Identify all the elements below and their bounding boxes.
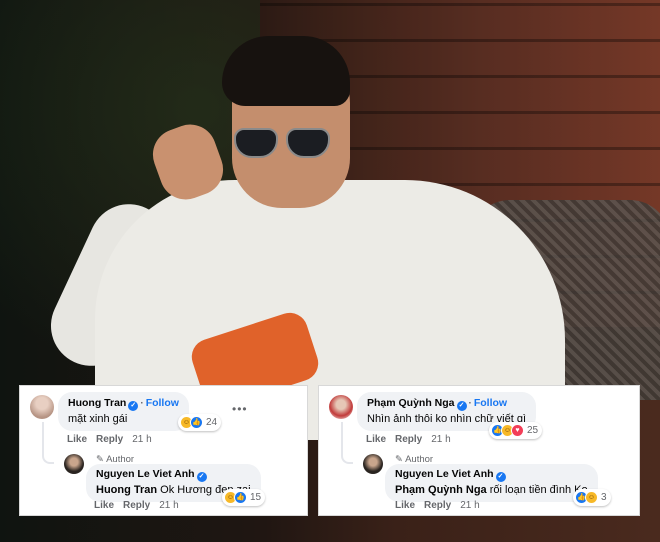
reply-actions: Like Reply 21 h	[94, 500, 188, 511]
comment-author-row: Phạm Quỳnh Nga ✓ · Follow	[367, 397, 508, 411]
reaction-summary[interactable]: ☺ 👍 24	[178, 414, 222, 431]
comment-time[interactable]: 21 h	[132, 434, 151, 445]
reaction-count: 25	[527, 425, 539, 436]
avatar-pham-quynh-nga[interactable]	[329, 395, 353, 419]
like-button[interactable]: Like	[67, 434, 87, 445]
reaction-summary[interactable]: 👍 ☺ 3	[573, 489, 611, 506]
more-options-icon[interactable]: •••	[232, 402, 248, 416]
comment-time[interactable]: 21 h	[431, 434, 450, 445]
like-button[interactable]: Like	[395, 500, 415, 511]
like-icon: 👍	[190, 416, 203, 429]
comment-actions: Like Reply 21 h	[366, 434, 460, 445]
like-button[interactable]: Like	[366, 434, 386, 445]
follow-button[interactable]: Follow	[146, 397, 179, 409]
reply-button[interactable]: Reply	[424, 500, 451, 511]
reply-button[interactable]: Reply	[395, 434, 422, 445]
reaction-count: 3	[601, 492, 607, 503]
reaction-summary[interactable]: ☺ 👍 15	[222, 489, 266, 506]
comment-text: mặt xinh gái	[68, 413, 128, 425]
comment-author-row: Huong Tran ✓ · Follow	[68, 397, 179, 411]
verified-badge-icon: ✓	[196, 472, 207, 482]
avatar-nguyen-le-viet-anh[interactable]	[64, 454, 84, 474]
haha-icon: ☺	[585, 491, 598, 504]
comment-card-right: Phạm Quỳnh Nga ✓ · Follow Nhìn ảnh thôi ko …	[318, 385, 640, 516]
reply-author-name[interactable]: Nguyen Le Viet Anh	[96, 468, 195, 480]
follow-button[interactable]: Follow	[474, 397, 507, 409]
verified-badge-icon: ✓	[495, 472, 506, 482]
comment-author-name[interactable]: Phạm Quỳnh Nga	[367, 397, 455, 409]
reply-button[interactable]: Reply	[123, 500, 150, 511]
like-icon: 👍	[234, 491, 247, 504]
reply-button[interactable]: Reply	[96, 434, 123, 445]
verified-badge-icon: ✓	[128, 401, 139, 411]
photo-hair	[222, 36, 350, 106]
comment-bubble: Huong Tran ✓ · Follow mặt xinh gái	[58, 392, 189, 431]
reply-author-row: Nguyen Le Viet Anh ✓	[395, 468, 588, 482]
comment-actions: Like Reply 21 h	[67, 434, 161, 445]
thread-line	[341, 422, 353, 464]
verified-badge-icon: ✓	[456, 401, 467, 411]
avatar-nguyen-le-viet-anh[interactable]	[363, 454, 383, 474]
thread-line	[42, 422, 54, 464]
reply-bubble: Nguyen Le Viet Anh ✓ Phạm Quỳnh Nga rối l…	[385, 464, 598, 502]
tagged-user[interactable]: Huong Tran	[96, 484, 157, 496]
reaction-count: 24	[206, 417, 218, 428]
reply-text-row: Phạm Quỳnh Nga rối loạn tiền đình Ko	[395, 484, 588, 496]
reaction-summary[interactable]: 👍 ☺ ♥ 25	[489, 422, 543, 439]
reply-time[interactable]: 21 h	[159, 500, 178, 511]
reaction-count: 15	[250, 492, 262, 503]
like-button[interactable]: Like	[94, 500, 114, 511]
reply-time[interactable]: 21 h	[460, 500, 479, 511]
avatar-huong-tran[interactable]	[30, 395, 54, 419]
love-icon: ♥	[511, 424, 524, 437]
tagged-user[interactable]: Phạm Quỳnh Nga	[395, 484, 487, 496]
reply-author-row: Nguyen Le Viet Anh ✓	[96, 468, 251, 482]
comment-card-left: Huong Tran ✓ · Follow mặt xinh gái ••• ☺ 👍 24…	[19, 385, 308, 516]
sunglasses	[234, 128, 332, 162]
reply-actions: Like Reply 21 h	[395, 500, 489, 511]
reply-author-name[interactable]: Nguyen Le Viet Anh	[395, 468, 494, 480]
comment-author-name[interactable]: Huong Tran	[68, 397, 126, 409]
